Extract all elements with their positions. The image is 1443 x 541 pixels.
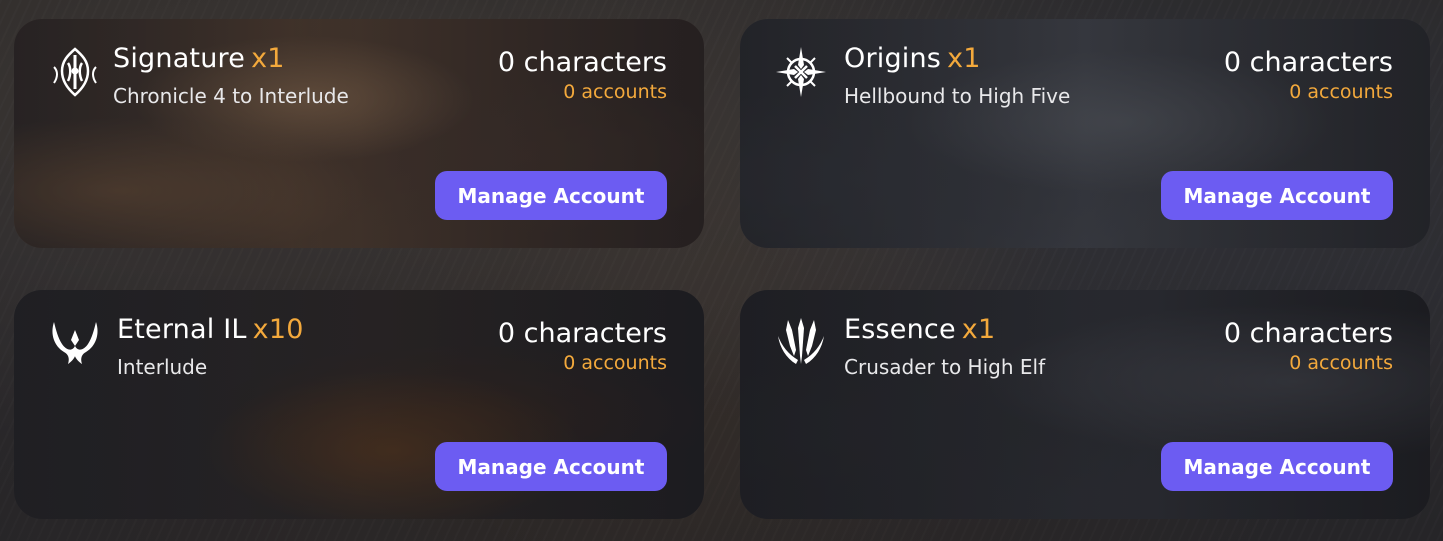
character-count: 0 characters <box>1223 47 1393 78</box>
server-multiplier: x1 <box>251 43 285 74</box>
server-title: Eternal IL x10 <box>117 314 304 345</box>
character-count: 0 characters <box>497 318 667 349</box>
manage-account-button[interactable]: Manage Account <box>435 171 667 220</box>
account-count: 0 accounts <box>563 352 667 374</box>
server-chronicle: Crusader to High Elf <box>844 355 1046 379</box>
server-chronicle: Hellbound to High Five <box>844 84 1071 108</box>
server-title: Origins x1 <box>844 43 981 74</box>
signature-emblem-icon <box>48 45 102 99</box>
eternal-horns-emblem-icon <box>48 316 102 370</box>
essence-blades-emblem-icon <box>774 316 828 370</box>
manage-account-button[interactable]: Manage Account <box>1161 171 1393 220</box>
server-card-essence: Essence x1 Crusader to High Elf 0 charact… <box>740 290 1430 519</box>
account-count: 0 accounts <box>563 81 667 103</box>
server-name: Essence <box>844 314 956 345</box>
manage-account-button[interactable]: Manage Account <box>1161 442 1393 491</box>
server-chronicle: Interlude <box>117 355 208 379</box>
server-multiplier: x10 <box>252 314 304 345</box>
manage-account-button[interactable]: Manage Account <box>435 442 667 491</box>
server-name: Signature <box>113 43 246 74</box>
origins-star-emblem-icon <box>774 45 828 99</box>
server-title: Essence x1 <box>844 314 995 345</box>
server-name: Eternal IL <box>117 314 247 345</box>
character-count: 0 characters <box>1223 318 1393 349</box>
server-multiplier: x1 <box>947 43 981 74</box>
server-title: Signature x1 <box>113 43 285 74</box>
server-name: Origins <box>844 43 942 74</box>
server-card-origins: Origins x1 Hellbound to High Five 0 chara… <box>740 19 1430 248</box>
server-card-eternal-il: Eternal IL x10 Interlude 0 characters 0 a… <box>14 290 704 519</box>
character-count: 0 characters <box>497 47 667 78</box>
server-multiplier: x1 <box>961 314 996 345</box>
server-chronicle: Chronicle 4 to Interlude <box>113 84 349 108</box>
account-count: 0 accounts <box>1289 81 1393 103</box>
server-card-signature: Signature x1 Chronicle 4 to Interlude 0 c… <box>14 19 704 248</box>
account-count: 0 accounts <box>1289 352 1393 374</box>
